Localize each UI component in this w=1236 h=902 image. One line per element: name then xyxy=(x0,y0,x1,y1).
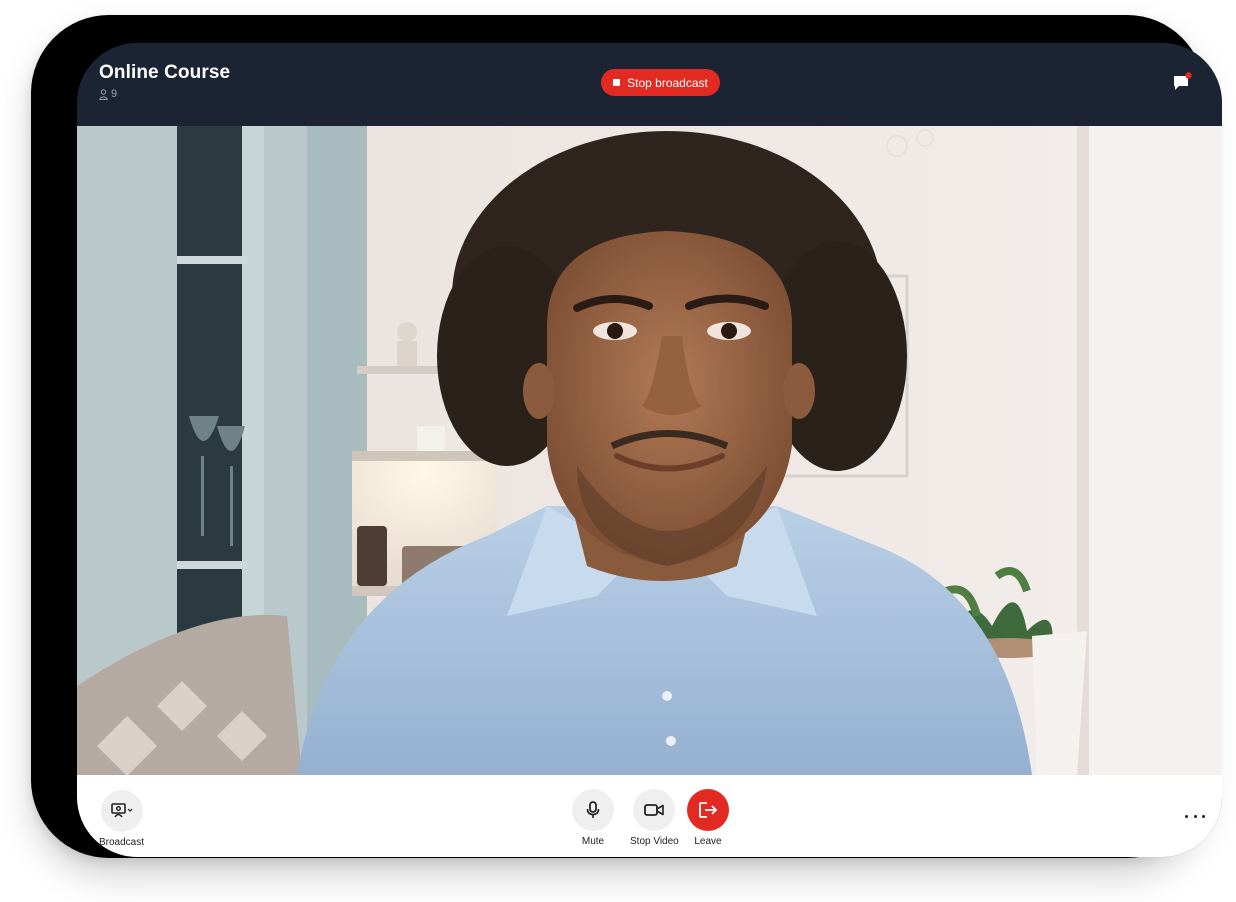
broadcast-presenter-icon xyxy=(110,803,132,818)
more-options-button[interactable] xyxy=(1185,811,1205,821)
call-toolbar: Broadcast Mute Stop Video Leave xyxy=(77,775,1222,857)
video-frame xyxy=(77,126,1222,775)
stop-broadcast-label: Stop broadcast xyxy=(627,75,708,90)
chat-button[interactable] xyxy=(1171,72,1193,94)
person-icon xyxy=(99,88,108,100)
broadcast-label: Broadcast xyxy=(99,837,145,848)
microphone-icon xyxy=(586,801,600,818)
mute-button[interactable]: Mute xyxy=(572,789,614,847)
leave-circle[interactable] xyxy=(687,789,729,831)
top-bar: Online Course 9 Stop broadcast xyxy=(77,43,1222,126)
stop-video-circle[interactable] xyxy=(633,789,676,831)
notification-dot xyxy=(1185,72,1192,79)
mute-circle[interactable] xyxy=(572,789,614,831)
more-horizontal-icon-dot xyxy=(1202,814,1205,818)
broadcast-circle[interactable] xyxy=(100,790,143,832)
tablet-frame: Online Course 9 Stop broadcast Broadcast… xyxy=(31,15,1222,858)
participant-count-value: 9 xyxy=(111,88,118,100)
leave-exit-icon xyxy=(699,802,718,818)
video-feed[interactable] xyxy=(77,126,1222,775)
participant-count[interactable]: 9 xyxy=(99,88,117,100)
mute-label: Mute xyxy=(581,836,605,847)
stop-broadcast-button[interactable]: Stop broadcast xyxy=(601,69,720,96)
more-horizontal-icon-dot xyxy=(1193,814,1197,818)
leave-label: Leave xyxy=(694,836,722,847)
leave-button[interactable]: Leave xyxy=(687,789,729,847)
broadcast-button[interactable]: Broadcast xyxy=(99,790,144,848)
video-camera-icon xyxy=(644,804,665,816)
stop-video-button[interactable]: Stop Video xyxy=(630,789,679,847)
more-horizontal-icon-dot xyxy=(1185,814,1188,818)
app-screen: Online Course 9 Stop broadcast Broadcast… xyxy=(77,43,1222,857)
stop-video-label: Stop Video xyxy=(630,836,679,847)
stop-icon xyxy=(613,79,621,86)
chat-flag-icon xyxy=(1174,72,1192,90)
meeting-title: Online Course xyxy=(99,62,231,83)
